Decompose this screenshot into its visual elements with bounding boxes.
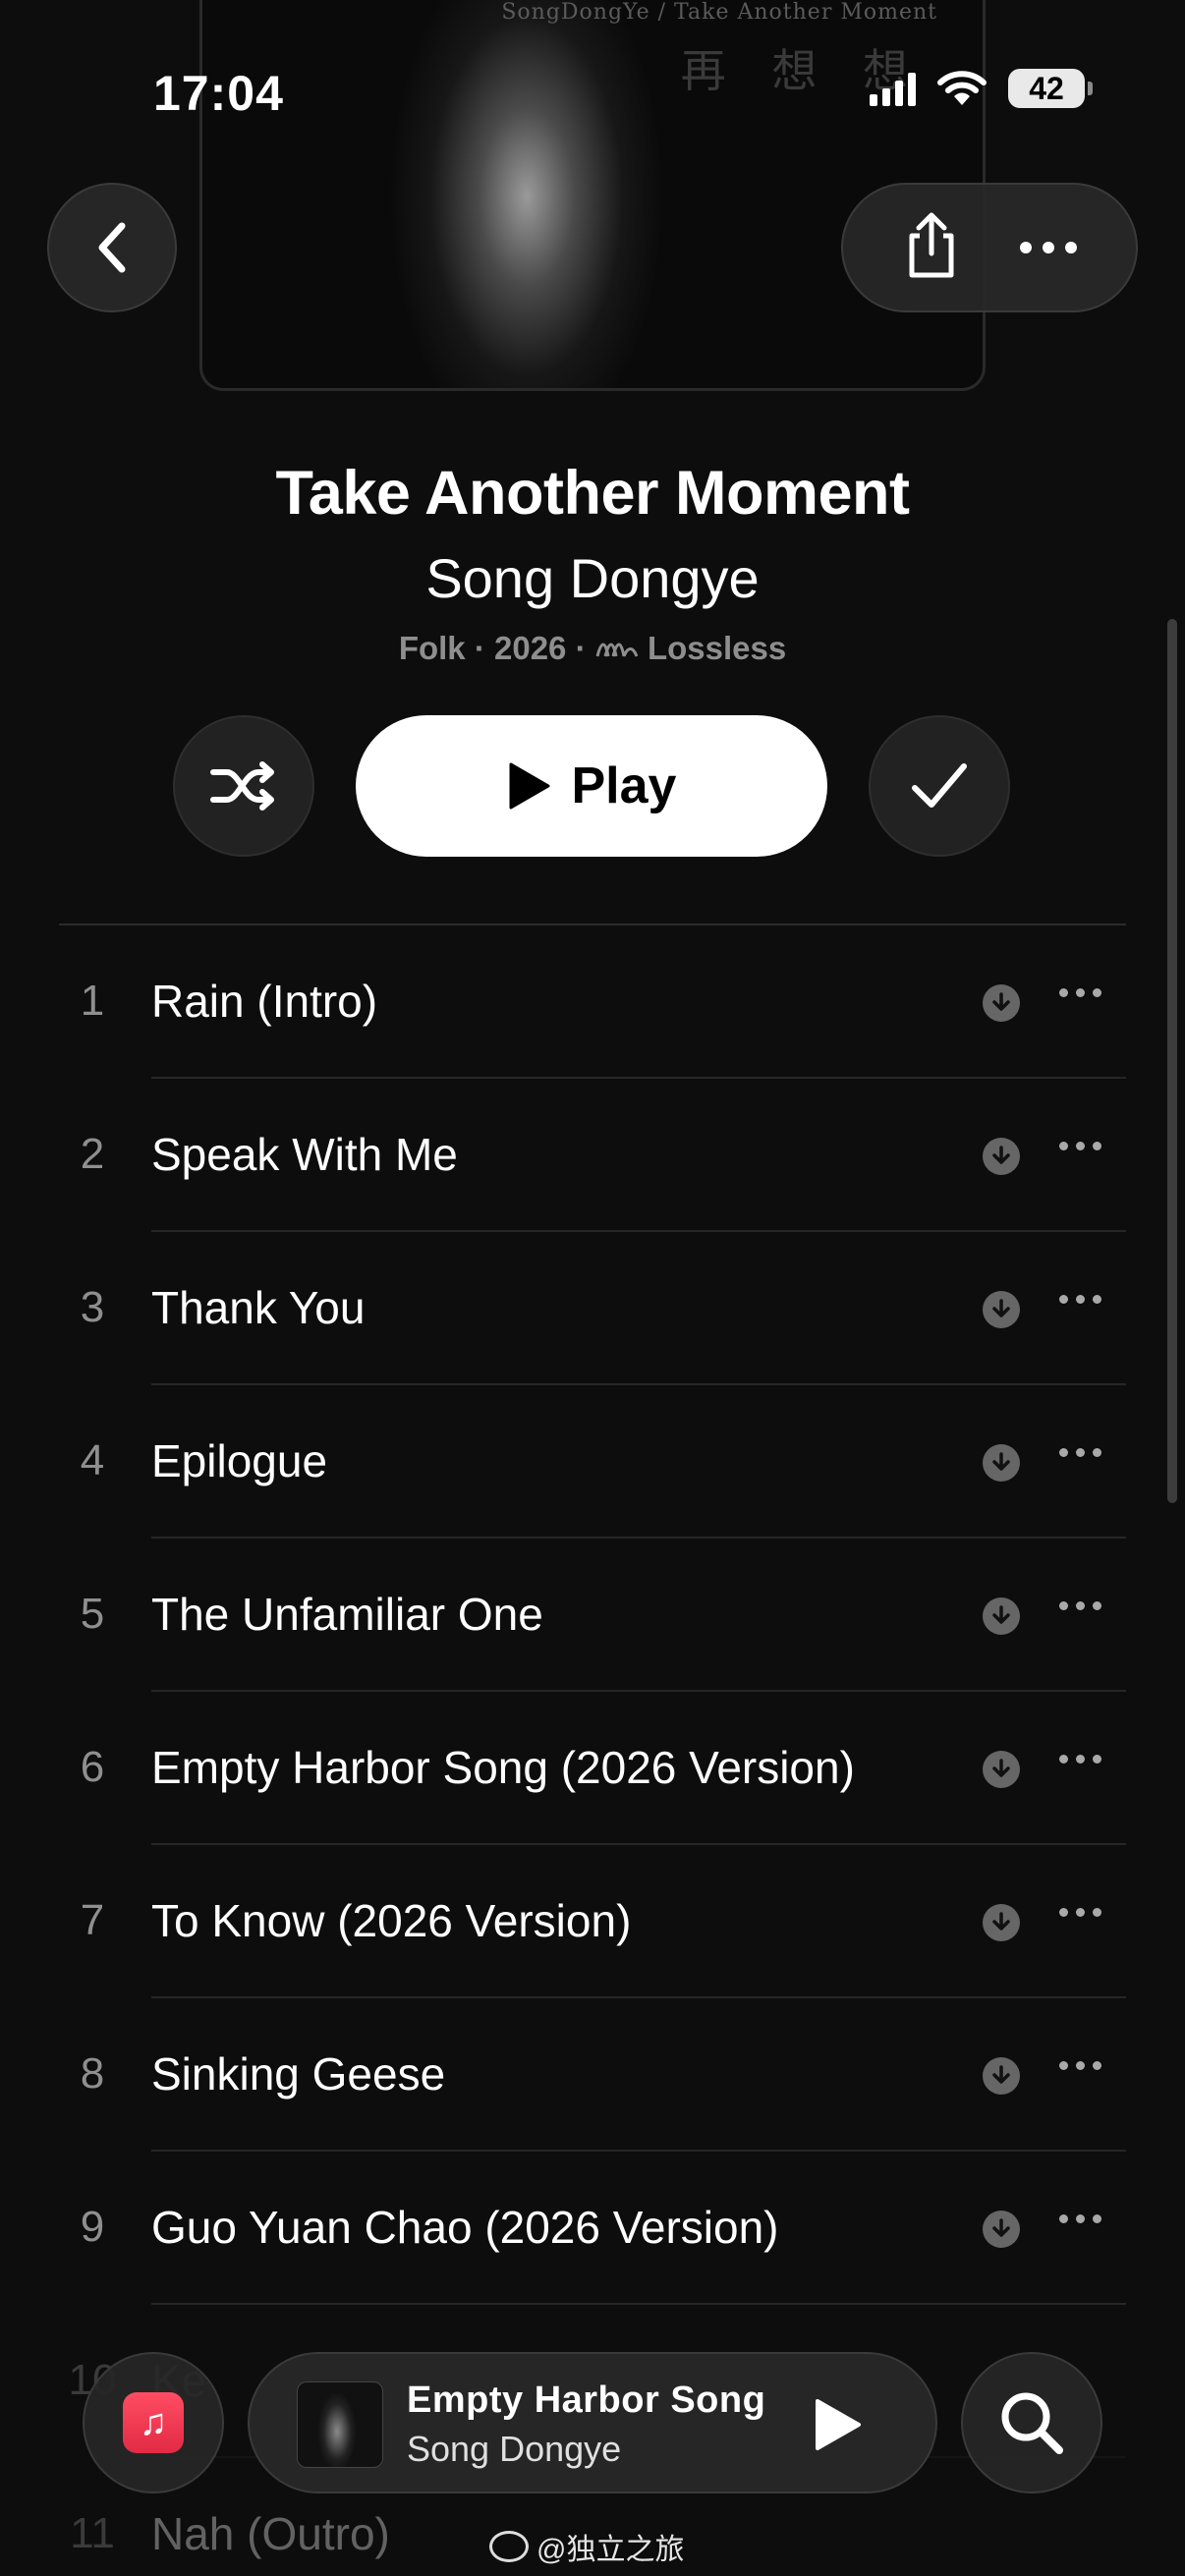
mini-player[interactable]: Empty Harbor Song Song Dongye — [248, 2352, 937, 2493]
added-to-library-button[interactable] — [869, 715, 1010, 857]
track-number: 5 — [80, 1590, 105, 1638]
album-year: 2026 — [494, 630, 567, 666]
weibo-icon — [489, 2531, 529, 2562]
track-number: 7 — [80, 1896, 105, 1944]
track-more-icon[interactable] — [1059, 2214, 1101, 2223]
track-row[interactable]: 6 Empty Harbor Song (2026 Version) — [0, 1692, 1185, 1845]
share-button[interactable] — [902, 210, 961, 286]
track-number: 3 — [80, 1283, 105, 1331]
track-number: 4 — [80, 1436, 105, 1484]
track-row[interactable]: 8 Sinking Geese — [0, 1998, 1185, 2152]
track-number: 6 — [80, 1743, 105, 1791]
track-number: 1 — [80, 977, 105, 1025]
cellular-signal-icon — [870, 71, 916, 106]
search-button[interactable] — [961, 2352, 1102, 2493]
track-more-icon[interactable] — [1059, 1142, 1101, 1150]
track-title: Guo Yuan Chao (2026 Version) — [151, 2202, 779, 2253]
wifi-icon — [937, 71, 987, 105]
track-row[interactable]: 2 Speak With Me — [0, 1079, 1185, 1232]
ellipsis-icon — [1020, 242, 1077, 253]
track-title: Nah (Outro) — [151, 2508, 390, 2559]
track-row[interactable]: 3 Thank You — [0, 1232, 1185, 1385]
back-button[interactable] — [47, 183, 177, 312]
track-list: 1 Rain (Intro) 2 Speak With Me 3 Thank Y… — [0, 925, 1185, 2576]
download-icon[interactable] — [983, 1904, 1020, 1941]
download-icon[interactable] — [983, 1751, 1020, 1788]
play-button[interactable]: Play — [356, 715, 827, 857]
track-title: Rain (Intro) — [151, 976, 378, 1027]
track-row[interactable]: 9 Guo Yuan Chao (2026 Version) — [0, 2152, 1185, 2305]
download-icon[interactable] — [983, 1291, 1020, 1328]
album-meta: Folk · 2026 · Lossless — [398, 630, 787, 666]
checkmark-icon — [912, 763, 967, 808]
album-quality: Lossless — [647, 630, 787, 666]
mini-player-artwork — [297, 2381, 383, 2468]
album-title: Take Another Moment — [275, 459, 910, 528]
track-number: 9 — [80, 2203, 105, 2251]
track-title: Thank You — [151, 1282, 366, 1333]
track-title: To Know (2026 Version) — [151, 1895, 632, 1946]
track-row[interactable]: 1 Rain (Intro) — [0, 925, 1185, 1079]
download-icon[interactable] — [983, 2057, 1020, 2095]
track-title: Speak With Me — [151, 1129, 458, 1180]
chevron-left-icon — [98, 222, 126, 273]
album-genre: Folk — [398, 630, 466, 666]
more-options-button[interactable] — [1020, 242, 1077, 253]
track-number: 2 — [80, 1130, 105, 1178]
share-icon — [909, 212, 954, 277]
album-artist-link[interactable]: Song Dongye — [0, 546, 1185, 610]
play-icon — [816, 2399, 861, 2450]
track-number: 8 — [80, 2049, 105, 2098]
track-more-icon[interactable] — [1059, 988, 1101, 997]
download-icon[interactable] — [983, 1138, 1020, 1175]
battery-indicator: 42 — [1008, 69, 1093, 108]
watermark: @独立之旅 — [489, 2525, 684, 2568]
search-icon — [1001, 2392, 1063, 2454]
track-more-icon[interactable] — [1059, 1908, 1101, 1917]
music-note-icon: ♫ — [123, 2392, 184, 2453]
track-more-icon[interactable] — [1059, 1755, 1101, 1764]
mini-player-play-button[interactable] — [812, 2397, 863, 2457]
track-more-icon[interactable] — [1059, 1601, 1101, 1610]
artwork-caption: SongDongYe / Take Another Moment — [501, 0, 937, 25]
status-icons: 42 — [870, 69, 1093, 108]
track-title: Empty Harbor Song (2026 Version) — [151, 1742, 855, 1793]
track-title: The Unfamiliar One — [151, 1589, 543, 1640]
header-actions — [841, 183, 1138, 312]
watermark-text: @独立之旅 — [536, 2534, 685, 2566]
shuffle-button[interactable] — [173, 715, 314, 857]
play-button-label: Play — [571, 757, 677, 814]
download-icon[interactable] — [983, 984, 1020, 1022]
track-more-icon[interactable] — [1059, 1448, 1101, 1457]
track-title: Sinking Geese — [151, 2048, 446, 2100]
track-more-icon[interactable] — [1059, 2061, 1101, 2070]
scrollbar[interactable] — [1167, 619, 1177, 1503]
track-more-icon[interactable] — [1059, 1295, 1101, 1304]
lossless-icon — [595, 643, 639, 657]
track-row[interactable]: 7 To Know (2026 Version) — [0, 1845, 1185, 1998]
track-number: 11 — [70, 2509, 115, 2557]
track-title: Epilogue — [151, 1435, 328, 1486]
track-row[interactable]: 5 The Unfamiliar One — [0, 1539, 1185, 1692]
status-time: 17:04 — [153, 66, 284, 121]
music-library-button[interactable]: ♫ — [83, 2352, 224, 2493]
shuffle-icon — [210, 761, 274, 811]
mini-player-title: Empty Harbor Song — [407, 2380, 766, 2421]
download-icon[interactable] — [983, 2211, 1020, 2248]
download-icon[interactable] — [983, 1597, 1020, 1635]
play-icon — [509, 762, 549, 810]
mini-player-artist: Song Dongye — [407, 2429, 622, 2469]
track-row[interactable]: 4 Epilogue — [0, 1385, 1185, 1539]
download-icon[interactable] — [983, 1444, 1020, 1482]
